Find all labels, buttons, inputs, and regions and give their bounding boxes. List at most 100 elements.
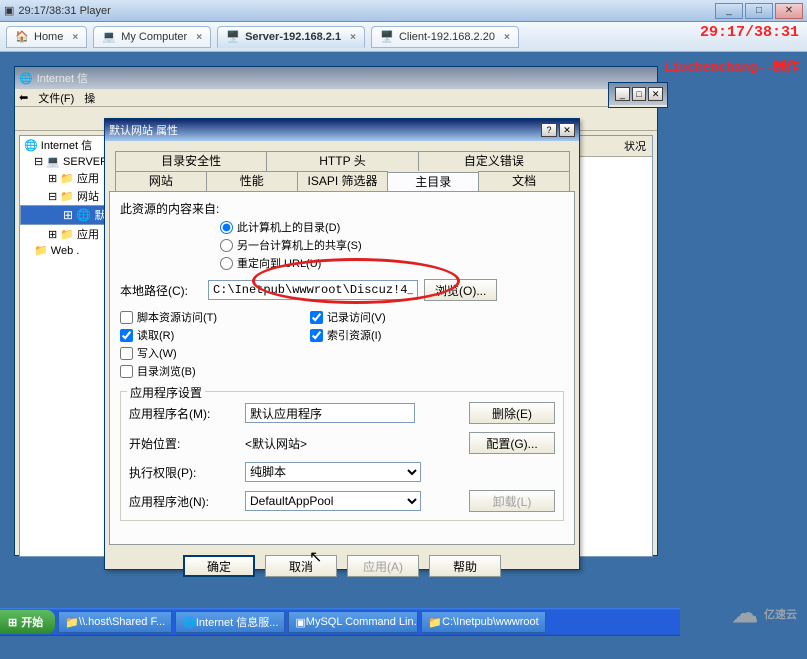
- radio-input[interactable]: [220, 257, 233, 270]
- close-icon[interactable]: ×: [504, 32, 510, 43]
- menu-op[interactable]: 操: [84, 90, 95, 106]
- radio-share[interactable]: 另一台计算机上的共享(S): [220, 237, 564, 253]
- tab-strip: 目录安全性 HTTP 头 自定义错误 网站 性能 ISAPI 筛选器 主目录 文…: [109, 145, 575, 191]
- tab-security[interactable]: 目录安全性: [115, 151, 267, 171]
- taskbar-item[interactable]: 🌐 Internet 信息服...: [175, 611, 285, 633]
- close-button[interactable]: ✕: [775, 3, 803, 19]
- cursor-icon: ↖: [309, 547, 322, 567]
- computer-icon: 💻: [102, 30, 116, 44]
- close-icon[interactable]: ×: [72, 32, 78, 43]
- chk-dir-browse[interactable]: 目录浏览(B): [120, 363, 310, 379]
- vm-title: ▣ 29:17/38:31 Player: [4, 4, 715, 17]
- mini-window-titlebar: _ □ ✕: [609, 83, 667, 105]
- maximize-button[interactable]: □: [632, 87, 647, 101]
- toolbar-button[interactable]: ⬅: [19, 91, 28, 104]
- browse-button[interactable]: 浏览(O)...: [424, 279, 497, 301]
- player-tabbar: 🏠 Home × 💻 My Computer × 🖥️ Server-192.1…: [0, 22, 807, 52]
- minimize-button[interactable]: _: [715, 3, 743, 19]
- pool-select[interactable]: DefaultAppPool: [245, 491, 421, 511]
- appname-input[interactable]: [245, 403, 415, 423]
- tab-documents[interactable]: 文档: [478, 171, 570, 191]
- maximize-button[interactable]: □: [745, 3, 773, 19]
- close-icon[interactable]: ×: [350, 32, 356, 43]
- radio-local-dir[interactable]: 此计算机上的目录(D): [220, 219, 564, 235]
- help-button[interactable]: 帮助: [429, 555, 501, 577]
- guest-desktop: _ □ ✕ 🌐 Internet 信 ⬅ 文件(F) 操 🌐 Internet …: [0, 52, 680, 636]
- iis-icon: 🌐: [19, 72, 33, 85]
- ok-button[interactable]: 确定: [183, 555, 255, 577]
- menu-file[interactable]: 文件(F): [38, 90, 74, 106]
- tab-label: My Computer: [121, 31, 187, 43]
- checkbox-input[interactable]: [310, 329, 323, 342]
- iis-title-text: Internet 信: [37, 70, 88, 86]
- taskbar-item[interactable]: 📁 \\.host\Shared F...: [58, 611, 172, 633]
- guest-taskbar: ⊞开始 📁 \\.host\Shared F... 🌐 Internet 信息服…: [0, 608, 680, 636]
- site-properties-dialog: 默认网站 属性 ? ✕ 目录安全性 HTTP 头 自定义错误 网站 性能 ISA…: [104, 118, 580, 570]
- group-title: 应用程序设置: [127, 384, 205, 401]
- minimize-button[interactable]: _: [615, 87, 630, 101]
- chk-script-access[interactable]: 脚本资源访问(T): [120, 309, 310, 325]
- exec-select[interactable]: 纯脚本: [245, 462, 421, 482]
- app-settings-group: 应用程序设置 应用程序名(M): 删除(E) 开始位置: <默认网站> 配置(G…: [120, 391, 564, 521]
- tab-isapi[interactable]: ISAPI 筛选器: [297, 171, 389, 191]
- tab-label: Server-192.168.2.1: [245, 31, 341, 43]
- checkbox-input[interactable]: [310, 311, 323, 324]
- checkbox-input[interactable]: [120, 365, 133, 378]
- dialog-buttons: 确定 取消 应用(A) 帮助: [105, 549, 579, 583]
- apply-button: 应用(A): [347, 555, 419, 577]
- tab-home[interactable]: 🏠 Home ×: [6, 26, 87, 48]
- close-icon[interactable]: ×: [196, 32, 202, 43]
- unload-button: 卸载(L): [469, 490, 555, 512]
- start-button[interactable]: ⊞开始: [0, 610, 55, 634]
- watermark-text: 亿速云: [764, 606, 797, 622]
- radio-input[interactable]: [220, 221, 233, 234]
- close-button[interactable]: ✕: [648, 87, 663, 101]
- help-button[interactable]: ?: [541, 123, 557, 137]
- tab-website[interactable]: 网站: [115, 171, 207, 191]
- appname-label: 应用程序名(M):: [129, 405, 239, 422]
- iis-titlebar[interactable]: 🌐 Internet 信: [15, 67, 657, 89]
- cancel-button[interactable]: 取消: [265, 555, 337, 577]
- close-button[interactable]: ✕: [559, 123, 575, 137]
- chk-index[interactable]: 索引资源(I): [310, 327, 386, 343]
- local-path-label: 本地路径(C):: [120, 282, 202, 299]
- exec-label: 执行权限(P):: [129, 464, 239, 481]
- start-value: <默认网站>: [245, 435, 415, 452]
- remove-button[interactable]: 删除(E): [469, 402, 555, 424]
- client-icon: 🖥️: [380, 30, 394, 44]
- dialog-titlebar[interactable]: 默认网站 属性 ? ✕: [105, 119, 579, 141]
- tab-body: 此资源的内容来自: 此计算机上的目录(D) 另一台计算机上的共享(S) 重定向到…: [109, 191, 575, 545]
- taskbar-item[interactable]: ▣ MySQL Command Lin...: [288, 611, 418, 633]
- chk-read[interactable]: 读取(R): [120, 327, 310, 343]
- tab-custom-errors[interactable]: 自定义错误: [418, 151, 570, 171]
- tab-label: Client-192.168.2.20: [399, 31, 495, 43]
- tab-http-headers[interactable]: HTTP 头: [266, 151, 418, 171]
- windows-icon: ⊞: [8, 616, 17, 629]
- checkbox-input[interactable]: [120, 347, 133, 360]
- checkbox-input[interactable]: [120, 329, 133, 342]
- radio-redirect[interactable]: 重定向到 URL(U): [220, 255, 564, 271]
- vm-window-controls: _ □ ✕: [715, 3, 803, 19]
- vm-icon: ▣: [4, 4, 14, 17]
- overlay-timecode: 29:17/38:31: [700, 24, 799, 41]
- tab-home-directory[interactable]: 主目录: [387, 172, 479, 192]
- overlay-author: Liuchenchang--制作: [664, 56, 799, 75]
- tab-mycomputer[interactable]: 💻 My Computer ×: [93, 26, 211, 48]
- taskbar-item[interactable]: 📁 C:\Inetpub\wwwroot: [421, 611, 545, 633]
- tab-server[interactable]: 🖥️ Server-192.168.2.1 ×: [217, 26, 365, 48]
- tab-performance[interactable]: 性能: [206, 171, 298, 191]
- tab-label: Home: [34, 31, 63, 43]
- tab-client[interactable]: 🖥️ Client-192.168.2.20 ×: [371, 26, 519, 48]
- cloud-icon: ☁: [732, 598, 758, 629]
- local-path-input[interactable]: [208, 280, 418, 300]
- pool-label: 应用程序池(N):: [129, 493, 239, 510]
- iis-menubar: ⬅ 文件(F) 操: [15, 89, 657, 107]
- config-button[interactable]: 配置(G)...: [469, 432, 555, 454]
- dialog-title-text: 默认网站 属性: [109, 122, 178, 138]
- checkbox-input[interactable]: [120, 311, 133, 324]
- radio-input[interactable]: [220, 239, 233, 252]
- source-label: 此资源的内容来自:: [120, 200, 564, 217]
- chk-log-visits[interactable]: 记录访问(V): [310, 309, 386, 325]
- vm-title-text: 29:17/38:31 Player: [18, 5, 110, 17]
- chk-write[interactable]: 写入(W): [120, 345, 310, 361]
